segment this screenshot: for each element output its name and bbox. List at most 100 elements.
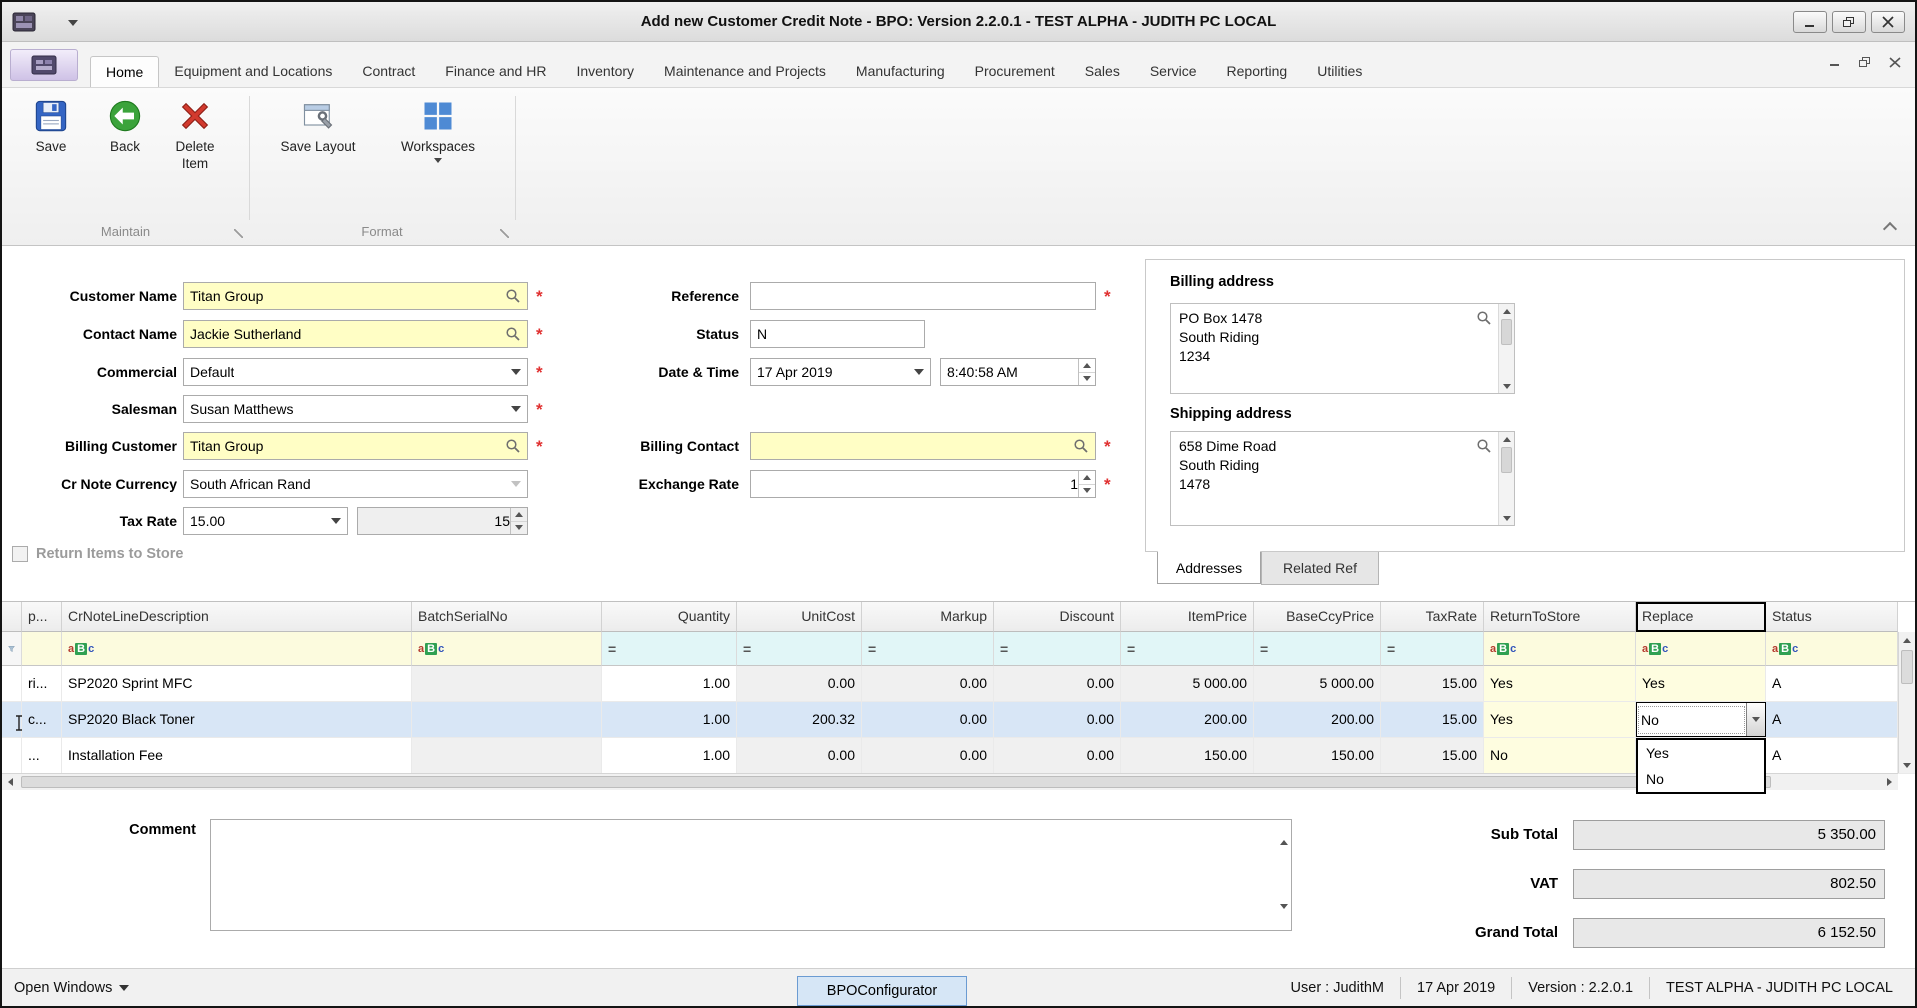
tax-rate-dropdown[interactable]: 15.00 (183, 507, 348, 535)
scroll-thumb[interactable] (21, 776, 1771, 788)
customer-name-field[interactable]: Titan Group (183, 282, 528, 310)
grid-cell[interactable] (412, 738, 602, 773)
mdi-minimize-button[interactable] (1827, 55, 1843, 69)
grid-cell[interactable] (412, 702, 602, 737)
ribbon-tab-manufacturing[interactable]: Manufacturing (841, 56, 960, 87)
search-icon[interactable] (505, 326, 521, 342)
grid-cell[interactable]: No (1484, 738, 1636, 773)
filter-cell-taxrate[interactable]: = (1381, 632, 1484, 666)
ribbon-collapse-icon[interactable] (1883, 222, 1897, 236)
exchange-rate-spinner[interactable]: 1 (750, 470, 1096, 498)
grid-cell[interactable]: 5 000.00 (1254, 666, 1381, 701)
contact-name-field[interactable]: Jackie Sutherland (183, 320, 528, 348)
quick-access-caret-icon[interactable] (68, 20, 78, 26)
chevron-down-icon[interactable] (914, 369, 924, 375)
ribbon-tab-utilities[interactable]: Utilities (1302, 56, 1377, 87)
search-icon[interactable] (505, 288, 521, 304)
spinner-buttons[interactable] (510, 508, 527, 534)
column-header-baseccyprice[interactable]: BaseCcyPrice (1254, 602, 1381, 632)
salesman-dropdown[interactable]: Susan Matthews (183, 395, 528, 423)
filter-cell-indicator[interactable] (2, 632, 22, 666)
back-button[interactable]: Back (88, 98, 162, 155)
grid-cell[interactable]: SP2020 Black Toner (62, 702, 412, 737)
grid-row-1[interactable]: c...SP2020 Black Toner1.00200.320.000.00… (2, 702, 1915, 738)
shipping-address-box[interactable]: 658 Dime Road South Riding 1478 (1170, 431, 1515, 526)
close-button[interactable] (1871, 11, 1905, 33)
filter-cell-replace[interactable]: aBc (1636, 632, 1766, 666)
scroll-down-icon[interactable] (1499, 511, 1514, 525)
chevron-down-icon[interactable] (511, 369, 521, 375)
ribbon-tab-inventory[interactable]: Inventory (561, 56, 649, 87)
tab-addresses[interactable]: Addresses (1157, 551, 1261, 584)
grid-cell[interactable]: 0.00 (994, 738, 1121, 773)
grid-cell[interactable]: 0.00 (737, 666, 862, 701)
open-windows-button[interactable]: Open Windows (14, 969, 129, 1007)
grid-cell[interactable]: 150.00 (1121, 738, 1254, 773)
taskbar-button-bpoconfigurator[interactable]: BPOConfigurator (797, 976, 967, 1006)
filter-cell-unitcost[interactable]: = (737, 632, 862, 666)
grid-cell[interactable]: 200.32 (737, 702, 862, 737)
return-items-to-store-checkbox[interactable]: Return Items to Store (12, 546, 183, 562)
column-header-taxrate[interactable]: TaxRate (1381, 602, 1484, 632)
scroll-up-icon[interactable] (1899, 632, 1915, 648)
grid-cell[interactable]: A (1766, 666, 1898, 701)
ribbon-tab-procurement[interactable]: Procurement (960, 56, 1070, 87)
tax-rate-amount-spinner[interactable]: 15 (357, 507, 528, 535)
mdi-restore-button[interactable] (1857, 55, 1873, 69)
spinner-buttons[interactable] (1078, 471, 1095, 497)
minimize-button[interactable] (1793, 11, 1827, 33)
grid-cell[interactable]: 0.00 (862, 666, 994, 701)
shipping-address-scrollbar[interactable] (1498, 432, 1514, 525)
grid-cell[interactable]: 1.00 (602, 666, 737, 701)
column-header-quantity[interactable]: Quantity (602, 602, 737, 632)
grid-horizontal-scrollbar[interactable] (2, 773, 1898, 790)
grid-cell[interactable]: 0.00 (862, 702, 994, 737)
scroll-down-icon[interactable] (1899, 757, 1915, 773)
search-icon[interactable] (1073, 438, 1089, 454)
chevron-down-icon[interactable] (511, 406, 521, 412)
search-icon[interactable] (505, 438, 521, 454)
column-header-markup[interactable]: Markup (862, 602, 994, 632)
column-header-discount[interactable]: Discount (994, 602, 1121, 632)
billing-address-box[interactable]: PO Box 1478 South Riding 1234 (1170, 303, 1515, 394)
filter-cell-status[interactable]: aBc (1766, 632, 1898, 666)
filter-cell-discount[interactable]: = (994, 632, 1121, 666)
grid-cell[interactable]: 0.00 (737, 738, 862, 773)
filter-cell-returntostore[interactable]: aBc (1484, 632, 1636, 666)
ribbon-tab-home[interactable]: Home (90, 56, 159, 87)
delete-item-button[interactable]: Delete Item (162, 98, 228, 172)
grid-cell[interactable]: c... (22, 702, 62, 737)
grid-cell[interactable]: 15.00 (1381, 666, 1484, 701)
column-header-p...[interactable]: p... (22, 602, 62, 632)
grid-cell[interactable] (2, 738, 22, 773)
mdi-close-button[interactable] (1887, 55, 1903, 69)
column-header-crnotelinedescription[interactable]: CrNoteLineDescription (62, 602, 412, 632)
scroll-up-icon[interactable] (1499, 304, 1514, 318)
filter-cell-batchserialno[interactable]: aBc (412, 632, 602, 666)
scroll-right-icon[interactable] (1881, 774, 1898, 790)
column-header-replace[interactable]: Replace (1636, 602, 1766, 632)
grid-cell[interactable]: Yes (1484, 702, 1636, 737)
grid-cell[interactable]: A (1766, 702, 1898, 737)
grid-cell[interactable]: ... (22, 738, 62, 773)
grid-row-0[interactable]: ri...SP2020 Sprint MFC1.000.000.000.005 … (2, 666, 1915, 702)
grid-cell[interactable]: 5 000.00 (1121, 666, 1254, 701)
replace-cell-editor[interactable]: No (1636, 702, 1766, 737)
cr-note-currency-dropdown[interactable]: South African Rand (183, 470, 528, 498)
checkbox-icon[interactable] (12, 546, 28, 562)
grid-vertical-scrollbar[interactable] (1898, 632, 1915, 773)
date-dropdown[interactable]: 17 Apr 2019 (750, 358, 931, 386)
filter-cell-p...[interactable] (22, 632, 62, 666)
grid-cell[interactable]: 1.00 (602, 738, 737, 773)
grid-cell[interactable]: 150.00 (1254, 738, 1381, 773)
ribbon-tab-service[interactable]: Service (1135, 56, 1212, 87)
filter-cell-crnotelinedescription[interactable]: aBc (62, 632, 412, 666)
ribbon-tab-sales[interactable]: Sales (1070, 56, 1135, 87)
grid-cell[interactable]: 0.00 (994, 666, 1121, 701)
column-header-itemprice[interactable]: ItemPrice (1121, 602, 1254, 632)
grid-cell[interactable]: SP2020 Sprint MFC (62, 666, 412, 701)
grid-cell[interactable] (412, 666, 602, 701)
comment-textarea[interactable] (210, 819, 1292, 931)
grid-cell[interactable]: A (1766, 738, 1898, 773)
column-header-returntostore[interactable]: ReturnToStore (1484, 602, 1636, 632)
